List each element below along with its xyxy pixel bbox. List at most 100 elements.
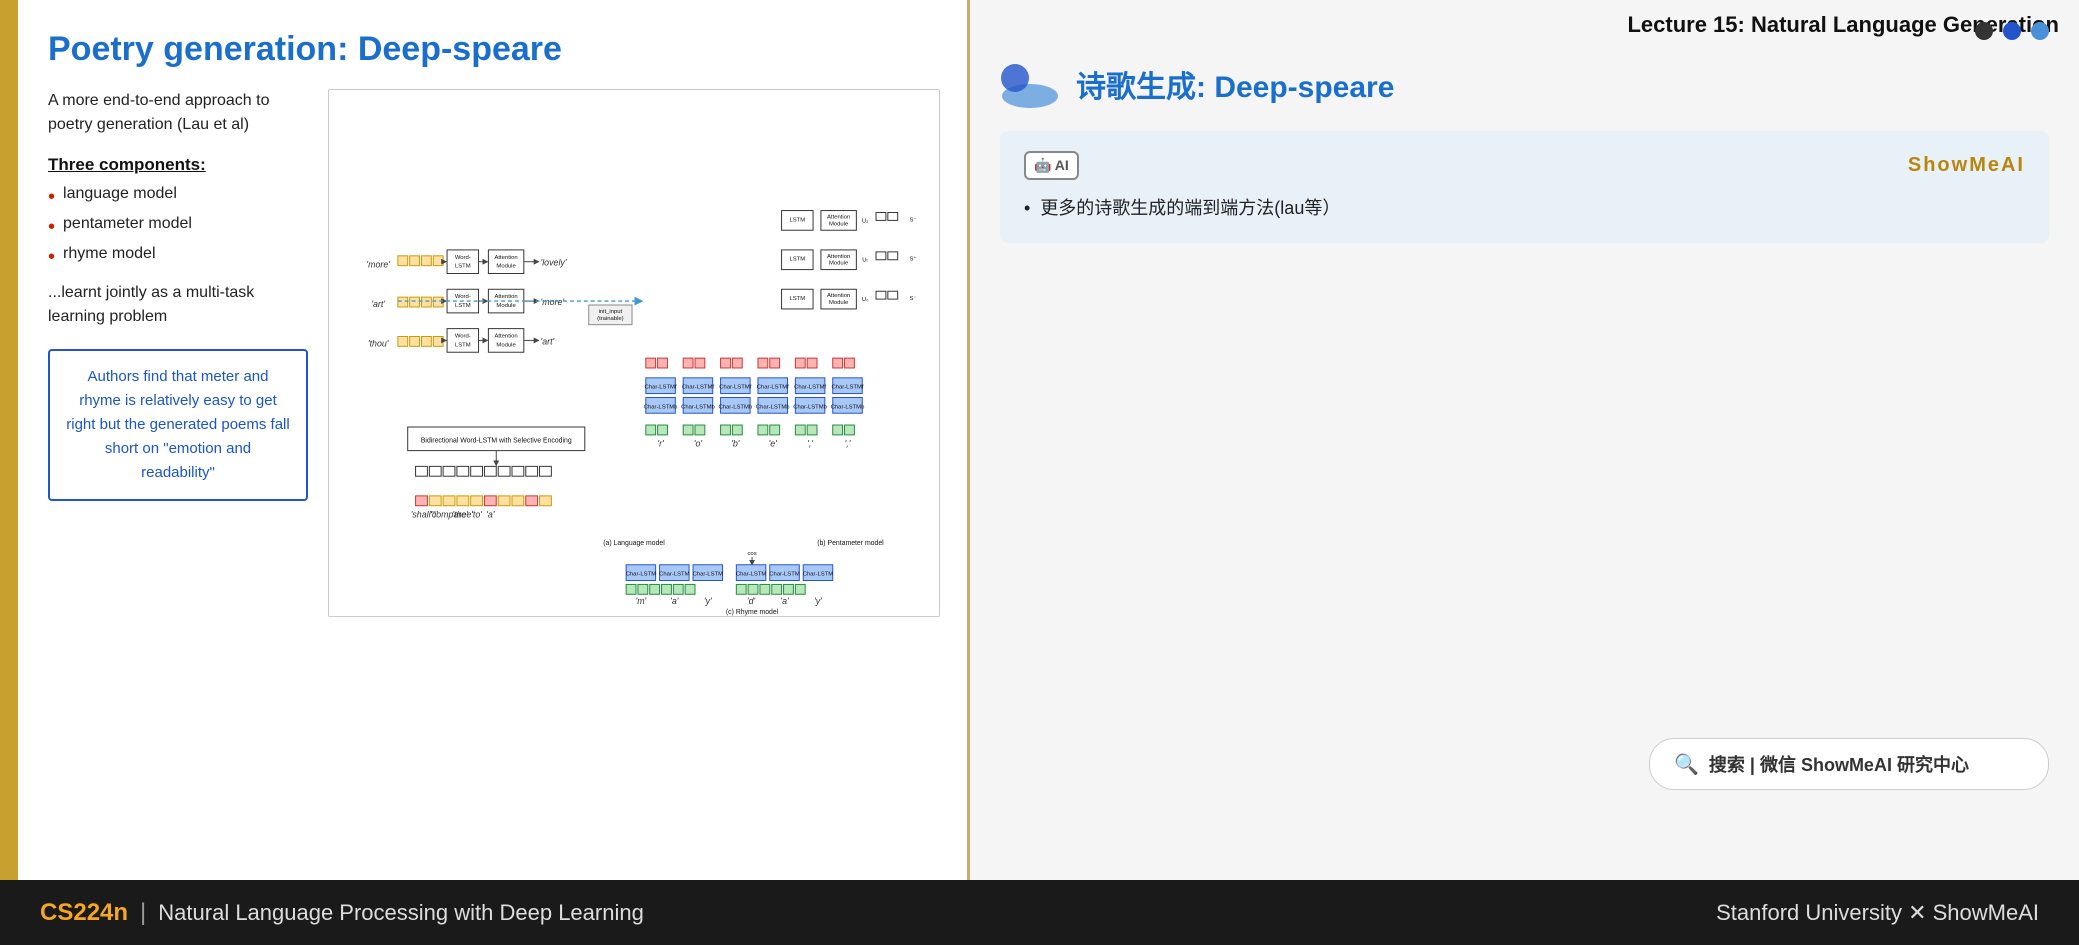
- list-item-text: pentameter model: [63, 215, 192, 233]
- list-item: • rhyme model: [48, 245, 308, 267]
- svg-text:Word-: Word-: [455, 255, 471, 261]
- svg-text:Attention: Attention: [494, 333, 517, 339]
- right-panel: Lecture 15: Natural Language Generation …: [970, 0, 2079, 880]
- diagram-area: (a) Language model 'more' 'art' 'thou': [328, 89, 940, 617]
- svg-text:Attention: Attention: [494, 294, 517, 300]
- svg-text:',': ',': [845, 439, 851, 449]
- slide-body: A more end-to-end approach to poetry gen…: [48, 89, 940, 617]
- svg-text:init_input: init_input: [599, 309, 623, 315]
- svg-text:Uₜ: Uₜ: [862, 258, 868, 264]
- components-heading: Three components:: [48, 155, 308, 175]
- list-item-text: language model: [63, 185, 177, 203]
- showmeai-brand: ShowMeAI: [1908, 154, 2025, 177]
- svg-text:Attention: Attention: [827, 254, 850, 260]
- jointly-text: ...learnt jointly as a multi-task learni…: [48, 281, 308, 329]
- svg-text:Module: Module: [496, 342, 516, 348]
- bullet-list: • language model • pentameter model • rh…: [48, 185, 308, 267]
- svg-text:'thou': 'thou': [368, 338, 389, 348]
- svg-text:Attention: Attention: [827, 293, 850, 299]
- svg-text:Char-LSTM: Char-LSTM: [659, 572, 690, 578]
- svg-text:LSTM: LSTM: [789, 257, 805, 263]
- slide-content: Poetry generation: Deep-speare A more en…: [18, 0, 970, 880]
- accent-bar: [0, 0, 18, 880]
- list-item: • pentameter model: [48, 215, 308, 237]
- bullet-dot: •: [48, 187, 55, 207]
- svg-text:'r': 'r': [657, 439, 664, 449]
- svg-text:'a': 'a': [670, 596, 679, 606]
- ai-card-bullet: • 更多的诗歌生成的端到端方法(lau等）: [1024, 194, 2025, 223]
- svg-text:Word-: Word-: [455, 333, 471, 339]
- svg-text:'to': 'to': [471, 510, 482, 520]
- svg-text:Char-LSTM: Char-LSTM: [626, 572, 657, 578]
- svg-text:Char-LSTMb: Char-LSTMb: [681, 404, 715, 410]
- svg-text:Char-LSTM: Char-LSTM: [736, 572, 767, 578]
- svg-text:'b': 'b': [731, 439, 740, 449]
- svg-text:(trainable): (trainable): [597, 316, 624, 322]
- svg-text:Char-LSTMb: Char-LSTMb: [831, 404, 865, 410]
- svg-text:Bidirectional Word-LSTM with S: Bidirectional Word-LSTM with Selective E…: [421, 438, 572, 445]
- svg-text:Attention: Attention: [494, 255, 517, 261]
- svg-text:'e': 'e': [769, 439, 778, 449]
- svg-text:U₂: U₂: [862, 218, 869, 224]
- bullet-marker: •: [1024, 194, 1030, 223]
- svg-text:Word-: Word-: [455, 294, 471, 300]
- svg-text:cos: cos: [747, 551, 756, 557]
- dot-3: [2031, 22, 2049, 40]
- svg-text:(b) Pentameter model: (b) Pentameter model: [817, 540, 884, 547]
- svg-text:'a': 'a': [780, 596, 789, 606]
- svg-text:Char-LSTMb: Char-LSTMb: [718, 404, 752, 410]
- svg-text:',': ',': [807, 439, 813, 449]
- search-bar[interactable]: 🔍 搜索 | 微信 ShowMeAI 研究中心: [1649, 738, 2049, 790]
- svg-text:Module: Module: [829, 261, 849, 267]
- svg-text:LSTM: LSTM: [455, 342, 471, 348]
- svg-text:Char-LSTMf: Char-LSTMf: [719, 385, 751, 391]
- svg-text:Module: Module: [496, 264, 516, 270]
- svg-text:Module: Module: [829, 221, 849, 227]
- svg-text:(a) Language model: (a) Language model: [603, 540, 665, 547]
- course-label: CS224n: [40, 899, 128, 927]
- dot-2: [2003, 22, 2021, 40]
- ai-card-header: 🤖 AI ShowMeAI: [1024, 151, 2025, 180]
- slide-title: Poetry generation: Deep-speare: [48, 30, 940, 69]
- svg-text:'lovely': 'lovely': [541, 258, 567, 268]
- svg-text:Char-LSTM: Char-LSTM: [769, 572, 800, 578]
- svg-text:LSTM: LSTM: [789, 296, 805, 302]
- course-subtitle: Natural Language Processing with Deep Le…: [158, 900, 644, 926]
- bullet-dot: •: [48, 217, 55, 237]
- bottom-bar-right: Stanford University ✕ ShowMeAI: [1716, 900, 2039, 926]
- right-panel-title: 诗歌生成: Deep-speare: [1076, 62, 1394, 106]
- svg-text:LSTM: LSTM: [455, 264, 471, 270]
- svg-text:Char-LSTMf: Char-LSTMf: [682, 385, 714, 391]
- ai-badge: 🤖 AI: [1024, 151, 1079, 180]
- dots-row: [1975, 22, 2049, 40]
- right-panel-header: 诗歌生成: Deep-speare: [1000, 56, 2049, 111]
- svg-text:'y': 'y': [814, 596, 822, 606]
- svg-text:'a': 'a': [486, 510, 495, 520]
- svg-text:'more': 'more': [541, 297, 565, 307]
- svg-text:S⁻: S⁻: [909, 217, 916, 223]
- ai-badge-text: 🤖 AI: [1034, 157, 1069, 173]
- bottom-bar-left: CS224n | Natural Language Processing wit…: [40, 899, 644, 927]
- bullet-dot: •: [48, 247, 55, 267]
- svg-text:'y': 'y': [704, 596, 712, 606]
- svg-text:Attention: Attention: [827, 214, 850, 220]
- separator: |: [140, 899, 146, 927]
- svg-text:Module: Module: [829, 300, 849, 306]
- bottom-bar: CS224n | Natural Language Processing wit…: [0, 880, 2079, 945]
- highlight-box: Authors find that meter and rhyme is rel…: [48, 349, 308, 501]
- dot-1: [1975, 22, 1993, 40]
- svg-text:Char-LSTMf: Char-LSTMf: [645, 385, 677, 391]
- panel-icon: [1000, 56, 1060, 111]
- svg-text:LSTM: LSTM: [455, 303, 471, 309]
- highlight-box-text: Authors find that meter and rhyme is rel…: [66, 365, 290, 485]
- svg-text:'art': 'art': [371, 299, 385, 309]
- ai-card-content: • 更多的诗歌生成的端到端方法(lau等）: [1024, 194, 2025, 223]
- svg-text:Char-LSTMf: Char-LSTMf: [757, 385, 789, 391]
- search-icon: 🔍: [1674, 752, 1699, 777]
- svg-text:Char-LSTMf: Char-LSTMf: [794, 385, 826, 391]
- svg-text:'o': 'o': [694, 439, 703, 449]
- svg-text:LSTM: LSTM: [789, 217, 805, 223]
- svg-text:'art': 'art': [541, 336, 555, 346]
- svg-text:(c) Rhyme model: (c) Rhyme model: [726, 609, 779, 616]
- svg-text:U₀: U₀: [862, 297, 869, 303]
